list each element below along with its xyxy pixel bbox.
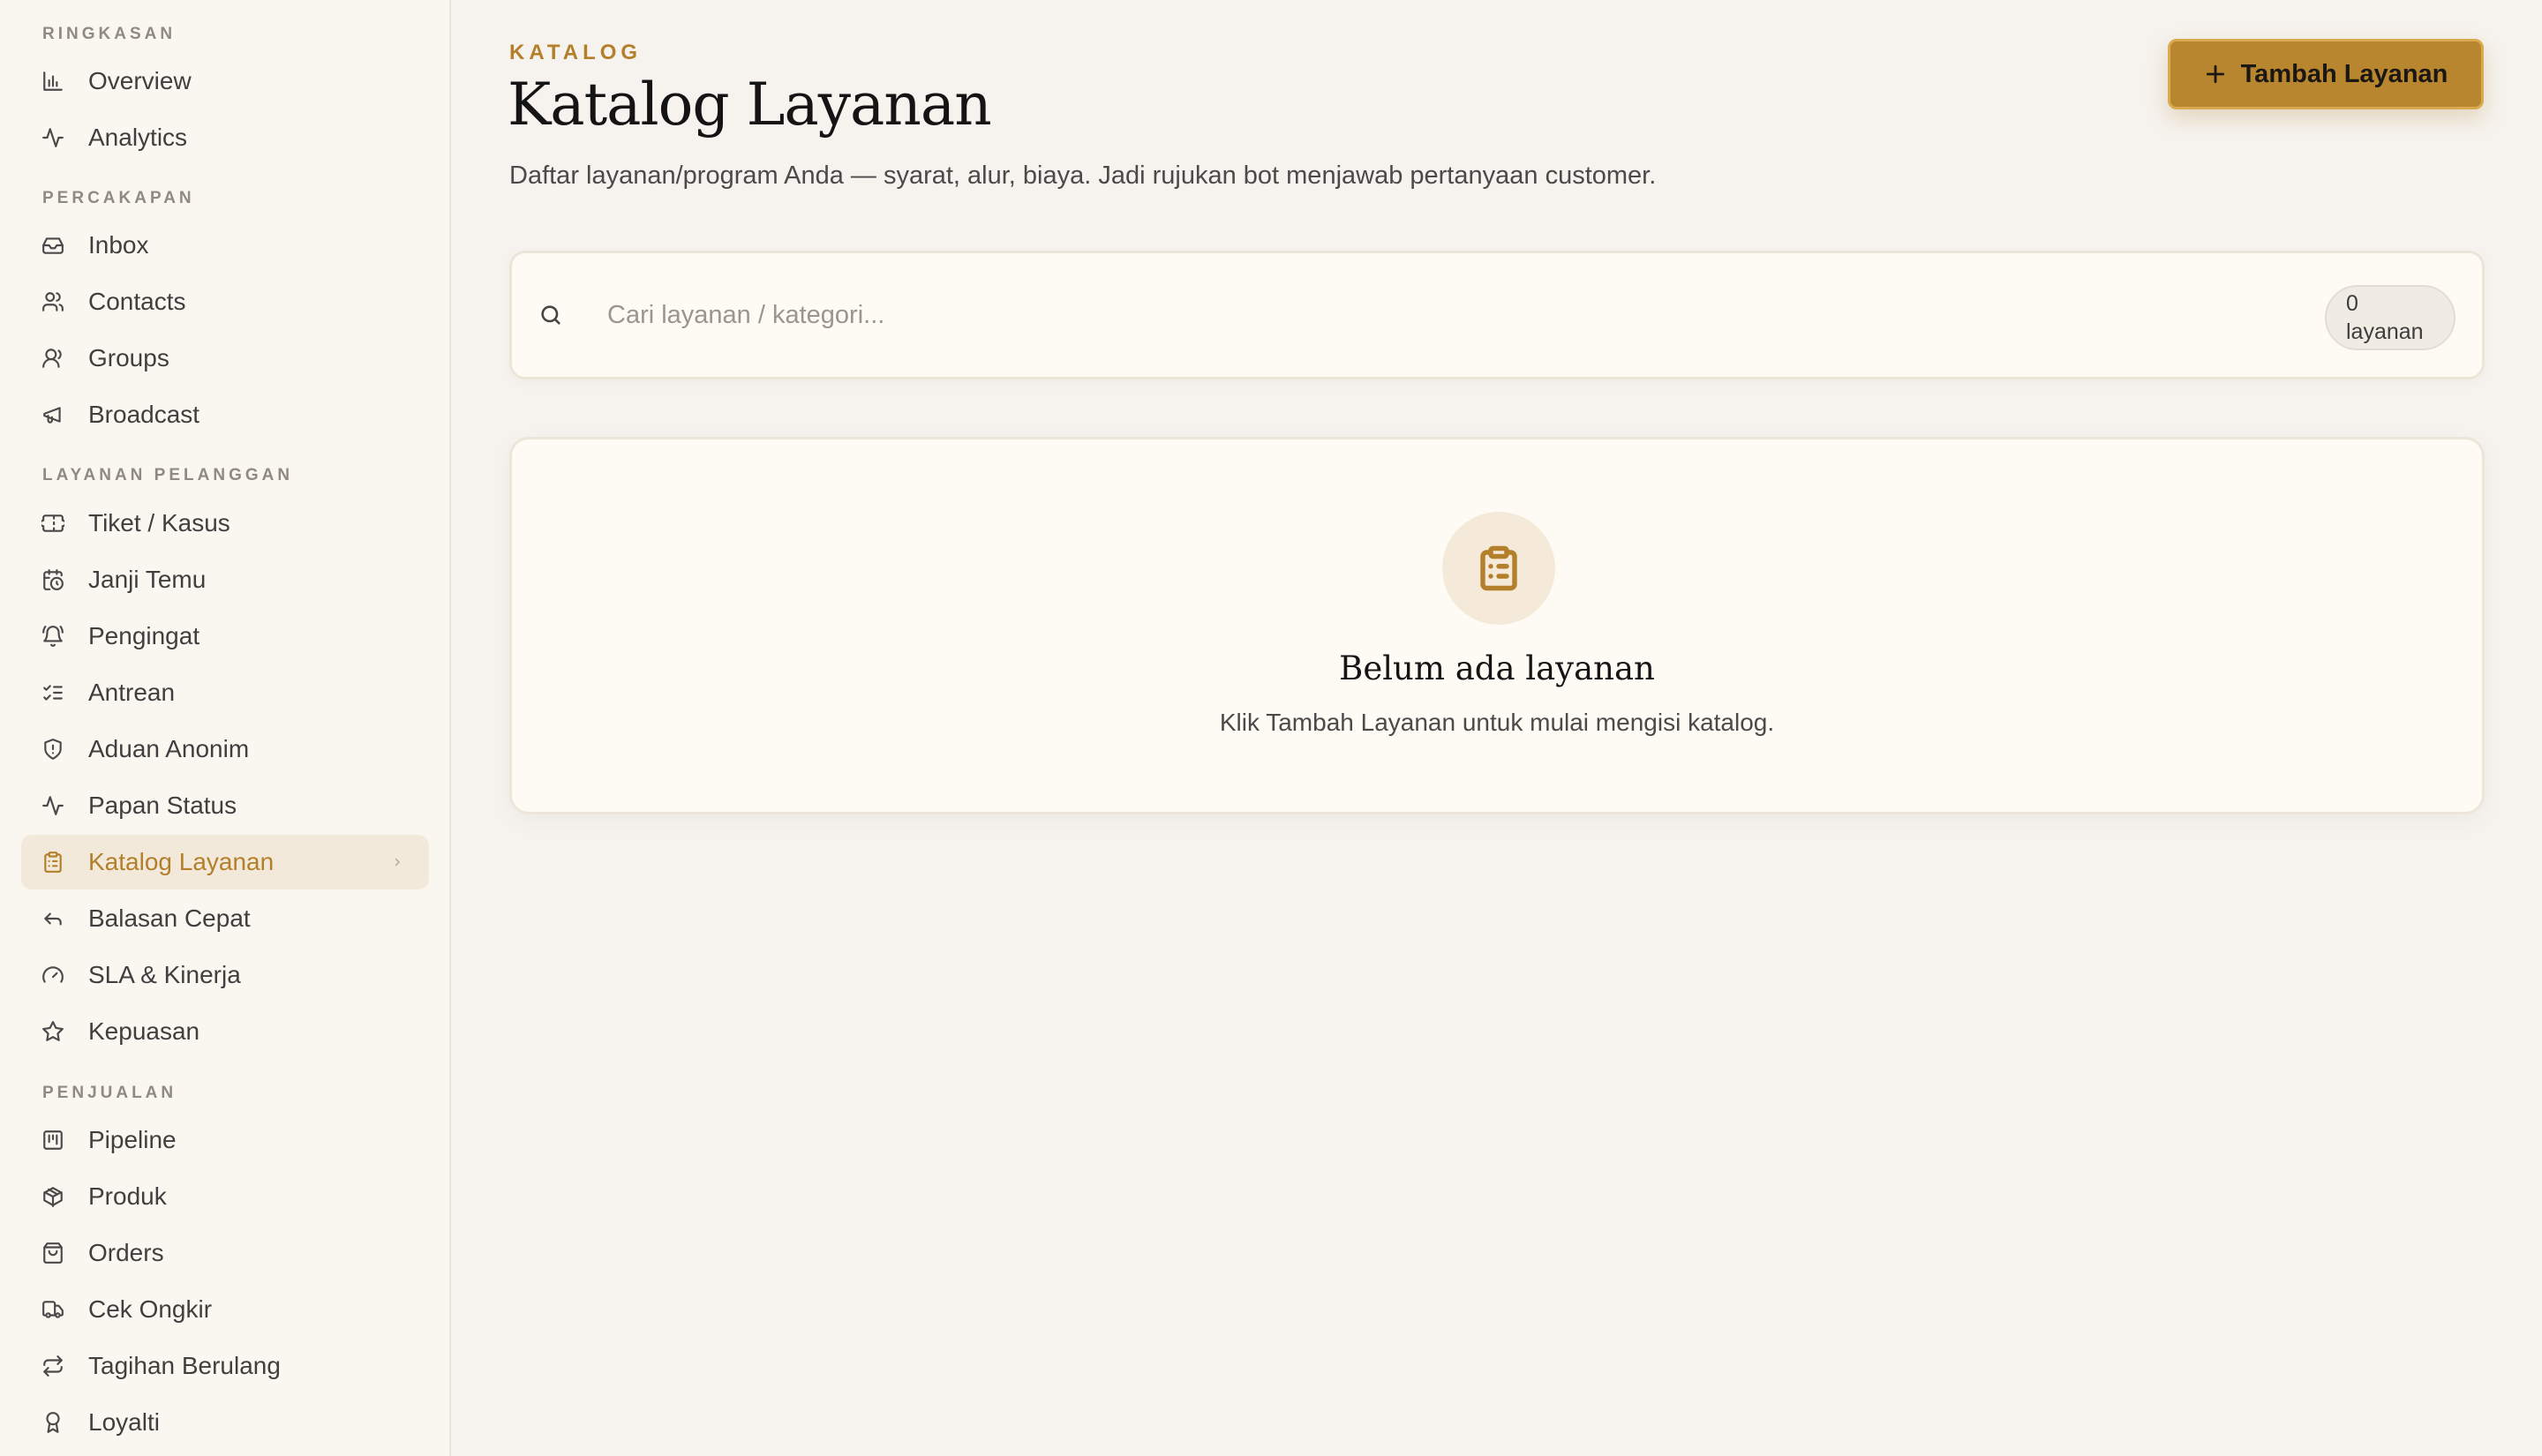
sidebar-item-label: Contacts	[88, 288, 186, 315]
user-group-icon	[41, 346, 65, 371]
sidebar-item-pengingat[interactable]: Pengingat	[21, 609, 429, 664]
sidebar-item-label: Overview	[88, 67, 192, 94]
sidebar-item-label: Groups	[88, 344, 169, 372]
page-subtitle: Daftar layanan/program Anda — syarat, al…	[509, 161, 1657, 190]
sidebar-item-label: Orders	[88, 1239, 164, 1266]
megaphone-icon	[41, 402, 65, 427]
service-count-badge: 0 layanan	[2325, 285, 2456, 350]
sidebar-item-orders[interactable]: Orders	[21, 1226, 429, 1280]
add-service-button[interactable]: Tambah Layanan	[2168, 39, 2484, 109]
sidebar-item-pipeline[interactable]: Pipeline	[21, 1113, 429, 1167]
sidebar-item-katalog-layanan[interactable]: Katalog Layanan	[21, 835, 429, 889]
sidebar-item-label: Pengingat	[88, 622, 200, 649]
sidebar-item-balasan-cepat[interactable]: Balasan Cepat	[21, 891, 429, 946]
star-icon	[41, 1019, 65, 1044]
sidebar-item-cek-ongkir[interactable]: Cek Ongkir	[21, 1282, 429, 1337]
sidebar-item-overview[interactable]: Overview	[21, 54, 429, 109]
service-count-unit: layanan	[2346, 319, 2424, 344]
sidebar-item-label: Tiket / Kasus	[88, 509, 230, 537]
list-checks-icon	[41, 680, 65, 705]
sidebar-item-label: Cek Ongkir	[88, 1295, 213, 1323]
sidebar-item-label: Pipeline	[88, 1126, 177, 1153]
award-icon	[41, 1410, 65, 1435]
sidebar: RINGKASAN Overview Analytics PERCAKAPAN …	[0, 0, 451, 1456]
sidebar-item-sla-kinerja[interactable]: SLA & Kinerja	[21, 948, 429, 1002]
search-bar: 0 layanan	[509, 251, 2485, 379]
kanban-icon	[41, 1128, 65, 1152]
sidebar-item-groups[interactable]: Groups	[21, 331, 429, 386]
sidebar-item-label: Papan Status	[88, 792, 237, 819]
sidebar-item-tagihan-berulang[interactable]: Tagihan Berulang	[21, 1339, 429, 1393]
shield-icon	[41, 737, 65, 762]
clipboard-list-icon	[1442, 512, 1555, 625]
sidebar-item-label: Broadcast	[88, 401, 200, 428]
page-eyebrow: KATALOG	[509, 41, 643, 64]
section-label-penjualan: PENJUALAN	[42, 1084, 177, 1102]
sidebar-item-label: Analytics	[88, 124, 188, 151]
sidebar-item-label: Aduan Anonim	[88, 735, 250, 762]
calendar-clock-icon	[41, 567, 65, 592]
sidebar-item-label: Inbox	[88, 231, 149, 259]
sidebar-item-produk[interactable]: Produk	[21, 1169, 429, 1224]
plus-icon	[2204, 63, 2227, 86]
users-icon	[41, 289, 65, 314]
sidebar-item-antrean[interactable]: Antrean	[21, 665, 429, 720]
repeat-icon	[41, 1354, 65, 1378]
sidebar-item-label: Kepuasan	[88, 1017, 200, 1045]
chevron-right-icon	[390, 855, 404, 869]
section-label-layanan-pelanggan: LAYANAN PELANGGAN	[42, 466, 294, 484]
page-title: Katalog Layanan	[508, 71, 992, 139]
sidebar-item-label: Antrean	[88, 679, 176, 706]
add-service-label: Tambah Layanan	[2240, 59, 2448, 88]
sidebar-item-label: Loyalti	[88, 1408, 160, 1436]
bar-chart-icon	[41, 69, 65, 94]
sidebar-item-label: Balasan Cepat	[88, 904, 251, 932]
empty-state-text: Klik Tambah Layanan untuk mulai mengisi …	[1219, 709, 1775, 736]
sidebar-item-contacts[interactable]: Contacts	[21, 274, 429, 329]
gauge-icon	[41, 963, 65, 987]
bell-icon	[41, 624, 65, 649]
clipboard-list-icon	[41, 850, 65, 874]
sidebar-item-inbox[interactable]: Inbox	[21, 218, 429, 273]
search-input[interactable]	[607, 289, 2284, 341]
sidebar-item-kepuasan[interactable]: Kepuasan	[21, 1004, 429, 1059]
sidebar-item-label: Produk	[88, 1182, 167, 1210]
sidebar-item-tiket[interactable]: Tiket / Kasus	[21, 496, 429, 551]
sidebar-item-label: Katalog Layanan	[88, 848, 275, 875]
section-label-ringkasan: RINGKASAN	[42, 25, 177, 43]
section-label-percakapan: PERCAKAPAN	[42, 189, 195, 207]
package-icon	[41, 1184, 65, 1209]
reply-icon	[41, 906, 65, 931]
sidebar-item-label: Janji Temu	[88, 566, 207, 593]
sidebar-item-janji-temu[interactable]: Janji Temu	[21, 552, 429, 607]
ticket-icon	[41, 511, 65, 536]
sidebar-item-aduan-anonim[interactable]: Aduan Anonim	[21, 722, 429, 777]
sidebar-item-label: SLA & Kinerja	[88, 961, 241, 988]
sidebar-item-loyalti[interactable]: Loyalti	[21, 1395, 429, 1450]
truck-icon	[41, 1297, 65, 1322]
inbox-icon	[41, 233, 65, 258]
search-icon	[538, 303, 565, 329]
empty-state-card: Belum ada layanan Klik Tambah Layanan un…	[509, 437, 2485, 814]
shopping-bag-icon	[41, 1241, 65, 1265]
sidebar-item-broadcast[interactable]: Broadcast	[21, 387, 429, 442]
activity-icon	[41, 793, 65, 818]
empty-state-title: Belum ada layanan	[1339, 649, 1655, 687]
service-count-number: 0	[2346, 291, 2358, 316]
sidebar-item-label: Tagihan Berulang	[88, 1352, 281, 1379]
sidebar-item-papan-status[interactable]: Papan Status	[21, 778, 429, 833]
sidebar-item-analytics[interactable]: Analytics	[21, 110, 429, 165]
activity-icon	[41, 125, 65, 150]
